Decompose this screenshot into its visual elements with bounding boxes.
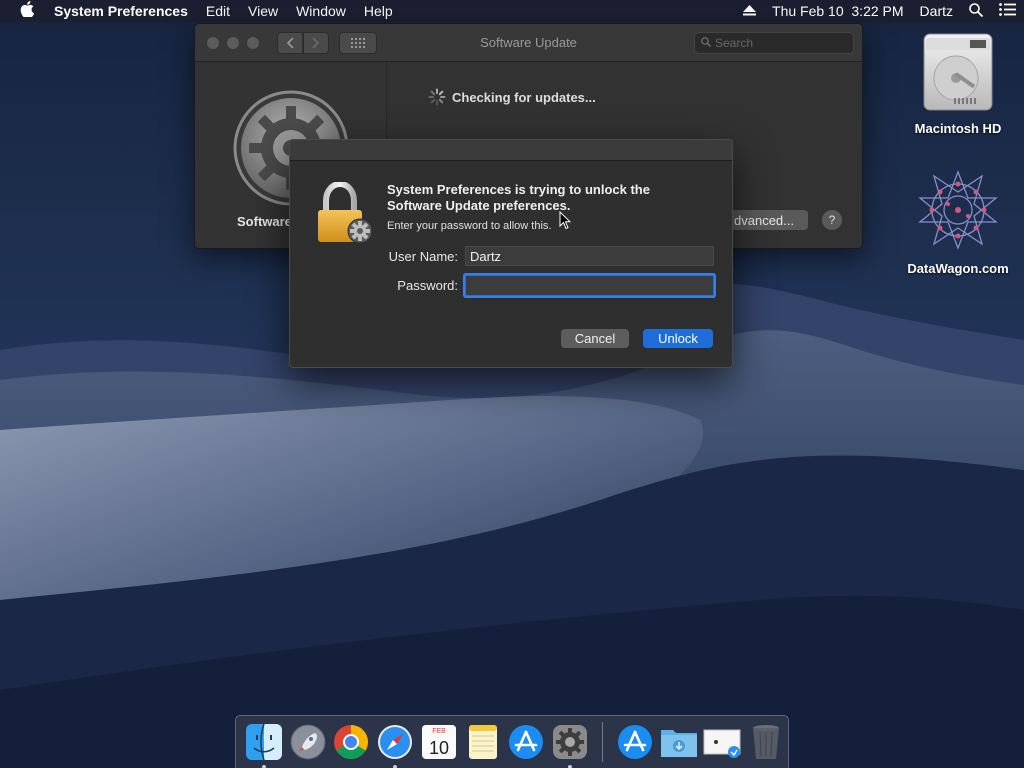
menu-bar: System Preferences Edit View Window Help… [0,0,1024,22]
cancel-button[interactable]: Cancel [561,329,629,348]
downloads-folder-icon [660,730,697,757]
help-button[interactable]: ? [822,210,842,230]
advanced-button[interactable]: dvanced... [726,210,808,230]
menubar-clock[interactable]: Thu Feb 10 3:22 PM [764,3,912,19]
sidebar-software-label: Software [237,214,292,229]
update-status: Checking for updates... [428,88,596,106]
unlock-button[interactable]: Unlock [643,329,713,348]
grid-icon [351,37,365,48]
menu-view[interactable]: View [239,3,287,19]
username-field[interactable]: Dartz [465,246,714,266]
safari-compass-icon [378,725,413,759]
datawagon-logo-icon [918,170,998,250]
menu-app-name[interactable]: System Preferences [54,3,197,19]
dock-trash[interactable] [744,720,788,764]
lock-icon [318,182,373,244]
dock-app-store-downloads[interactable] [613,720,657,764]
forward-button[interactable] [303,31,329,54]
menubar-user[interactable]: Dartz [912,3,961,19]
dialog-heading: System Preferences is trying to unlock t… [387,182,650,213]
close-window-button[interactable] [207,36,219,49]
finder-icon [245,723,282,761]
desktop-icon-macintosh-hd[interactable]: Macintosh HD [903,32,1013,136]
password-label: Password: [397,278,458,293]
trash-icon [753,725,780,759]
app-store-icon [617,725,652,759]
username-label: User Name: [388,249,458,264]
dock-finder[interactable] [242,720,286,768]
authentication-dialog: System Preferences is trying to unlock t… [289,139,733,368]
launchpad-rocket-icon [290,724,326,760]
app-store-icon [509,725,544,759]
calendar-month: FEB [432,728,446,735]
menu-edit[interactable]: Edit [197,3,239,19]
preview-document-icon [703,729,741,758]
dock-downloads-folder[interactable] [657,720,701,764]
update-status-text: Checking for updates... [452,89,596,105]
desktop-icon-datawagon[interactable]: DataWagon.com [903,168,1013,276]
dock-notes[interactable] [461,720,505,764]
apple-logo-icon[interactable] [0,1,54,21]
dialog-titlebar[interactable] [290,140,732,161]
back-button[interactable] [277,31,303,54]
dock-app-store[interactable] [505,720,549,764]
dock-system-preferences[interactable] [548,720,592,768]
chevron-right-icon [312,36,320,49]
dock-calendar[interactable]: FEB 10 [417,720,461,764]
dock-chrome[interactable] [330,720,374,764]
dialog-subtext: Enter your password to allow this. [387,220,552,232]
spinner-icon [428,88,446,106]
search-placeholder: Search [715,36,754,50]
menu-help[interactable]: Help [355,3,402,19]
dock-safari[interactable] [373,720,417,768]
notes-icon [468,725,497,759]
password-field[interactable] [465,275,714,296]
window-titlebar[interactable]: Software Update Search [195,24,862,62]
minimize-window-button[interactable] [227,36,239,49]
system-preferences-icon [553,725,588,759]
dock-preview-document[interactable] [701,720,745,764]
mouse-cursor-icon [559,211,571,230]
dock: FEB 10 [235,715,789,768]
calendar-day: 10 [429,738,449,758]
dock-separator [602,722,603,762]
chrome-icon [334,725,369,759]
calendar-icon: FEB 10 [421,725,456,759]
desktop-icon-label: Macintosh HD [914,121,1002,136]
notification-center-icon[interactable] [991,3,1024,19]
search-input[interactable]: Search [694,32,854,54]
eject-icon[interactable] [735,3,764,19]
hard-drive-icon [923,33,993,111]
show-all-button[interactable] [339,31,377,54]
menu-window[interactable]: Window [287,3,355,19]
search-icon [701,36,711,50]
zoom-window-button[interactable] [247,36,259,49]
chevron-left-icon [286,36,294,49]
desktop-icon-label: DataWagon.com [907,261,1009,276]
spotlight-search-icon[interactable] [961,2,991,20]
dock-launchpad[interactable] [286,720,330,764]
